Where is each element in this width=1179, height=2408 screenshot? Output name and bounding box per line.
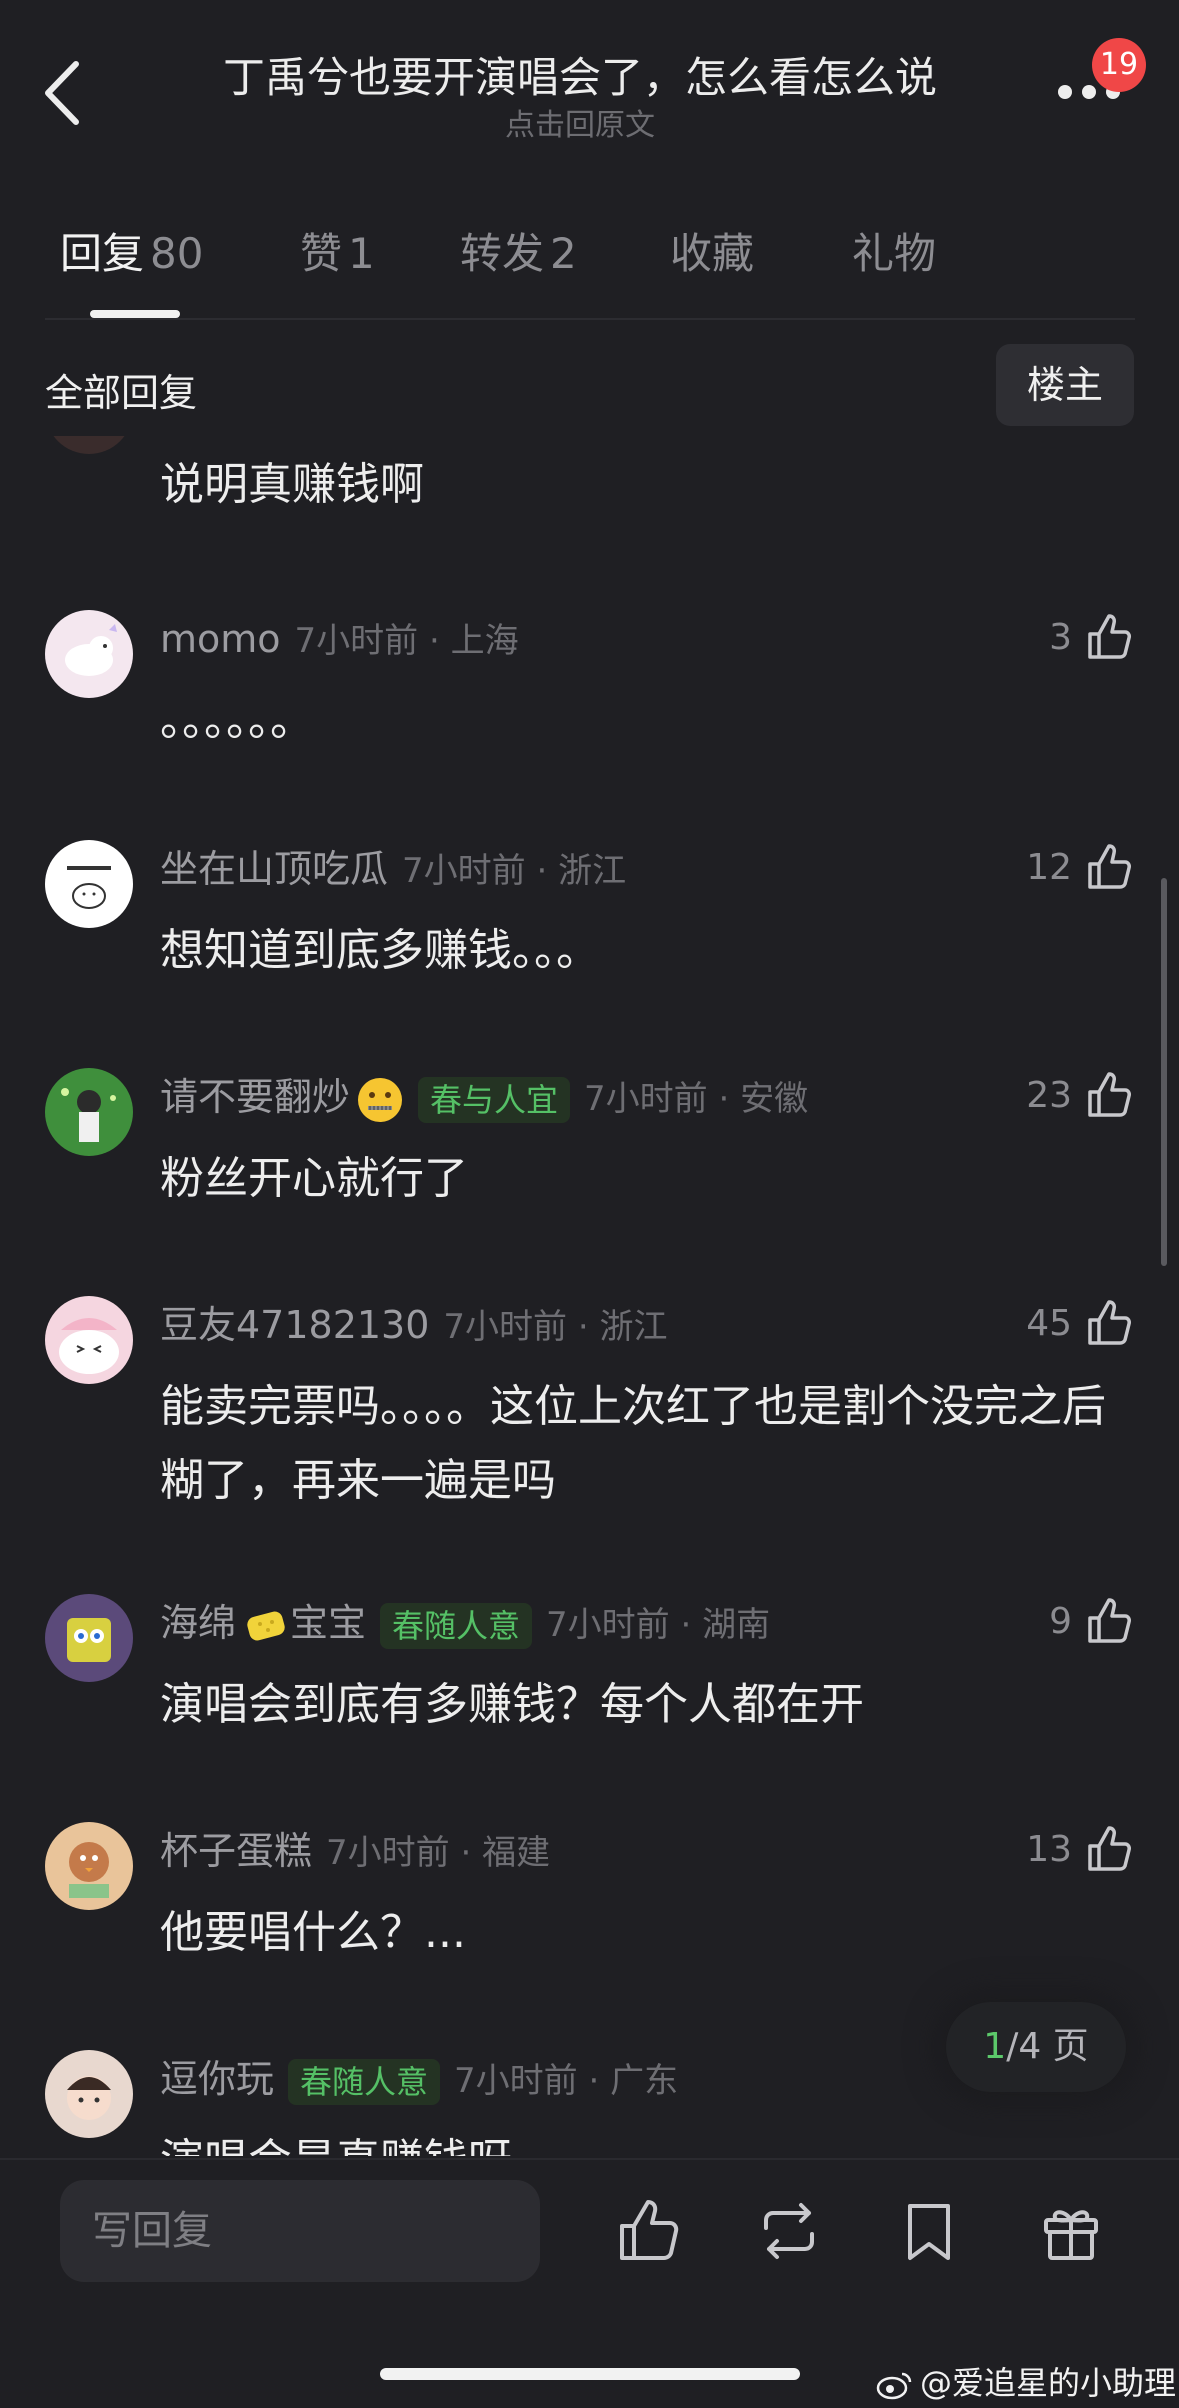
comment-meta: 杯子蛋糕 7小时前 · 福建 bbox=[160, 1826, 550, 1876]
tab-label: 赞 bbox=[300, 229, 343, 278]
comment-text: 演唱会是真赚钱呀 bbox=[160, 2124, 1120, 2156]
thumbs-up-icon bbox=[1088, 1072, 1131, 1117]
timestamp-location: 7小时前 · 广东 bbox=[454, 2061, 679, 2101]
sponge-emoji-icon bbox=[247, 1611, 285, 1640]
like-control[interactable]: 45 bbox=[1026, 1298, 1134, 1354]
comment-text: 说明真赚钱啊 bbox=[160, 459, 424, 510]
section-title: 全部回复 bbox=[45, 371, 198, 415]
thumbs-up-icon bbox=[1088, 614, 1131, 659]
tab-label: 礼物 bbox=[852, 229, 937, 278]
username[interactable]: momo bbox=[160, 617, 281, 661]
like-control[interactable]: 13 bbox=[1026, 1824, 1134, 1880]
comment-meta: momo 7小时前 · 上海 bbox=[160, 614, 519, 664]
username[interactable]: 豆友47182130 bbox=[160, 1303, 429, 1347]
watermark-text: @爱追星的小助理 bbox=[920, 2364, 1177, 2402]
timestamp-location: 7小时前 · 福建 bbox=[326, 1833, 551, 1873]
thumbs-up-icon bbox=[1088, 1598, 1131, 1643]
home-indicator bbox=[380, 2368, 800, 2380]
tab-count: 1 bbox=[348, 229, 375, 278]
back-arrow-icon[interactable] bbox=[40, 58, 90, 128]
avatar[interactable] bbox=[45, 610, 133, 698]
like-count: 13 bbox=[1026, 1828, 1072, 1870]
thumbs-up-icon[interactable] bbox=[614, 2196, 684, 2266]
back-to-original-link[interactable]: 点击回原文 bbox=[150, 100, 1010, 144]
watermark: @爱追星的小助理 bbox=[876, 2358, 1176, 2404]
comment-meta: 海绵 宝宝 春随人意 7小时前 · 湖南 bbox=[160, 1598, 771, 1649]
top-bar: 丁禹兮也要开演唱会了，怎么看怎么说 点击回原文 19 bbox=[0, 0, 1179, 200]
like-count: 12 bbox=[1026, 846, 1072, 888]
tab-bar: 回复 80 赞1 转发 2 收藏 礼物 bbox=[0, 220, 1179, 320]
notification-badge: 19 bbox=[1092, 38, 1146, 92]
total-pages: /4 页 bbox=[1006, 2026, 1089, 2067]
page-indicator[interactable]: 1/4 页 bbox=[946, 2002, 1126, 2092]
like-count: 23 bbox=[1026, 1074, 1072, 1116]
comment-text: 粉丝开心就行了 bbox=[160, 1153, 468, 1204]
timestamp-location: 7小时前 · 浙江 bbox=[402, 851, 627, 891]
avatar[interactable] bbox=[45, 1594, 133, 1682]
comment-meta: 坐在山顶吃瓜 7小时前 · 浙江 bbox=[160, 844, 626, 894]
zipper-mouth-emoji-icon bbox=[358, 1077, 403, 1122]
comment-text: 能卖完票吗。。。。这位上次红了也是割个没完之后糊了，再来一遍是吗 bbox=[160, 1381, 1106, 1506]
thumbs-up-icon bbox=[1088, 844, 1131, 889]
timestamp-location: 7小时前 · 安徽 bbox=[584, 1079, 809, 1119]
like-count: 3 bbox=[1049, 616, 1072, 658]
tab-label: 回复 bbox=[60, 229, 145, 278]
username[interactable]: 杯子蛋糕 bbox=[160, 1829, 312, 1873]
owner-filter-button[interactable]: 楼主 bbox=[996, 344, 1134, 426]
current-page: 1 bbox=[983, 2026, 1007, 2067]
like-control[interactable]: 3 bbox=[1049, 612, 1134, 668]
tab-likes[interactable]: 赞1 bbox=[300, 220, 375, 281]
tab-label: 转发 bbox=[460, 229, 545, 278]
user-tag-badge: 春随人意 bbox=[380, 1602, 533, 1649]
tab-count: 80 bbox=[150, 229, 204, 278]
like-control[interactable]: 9 bbox=[1049, 1596, 1134, 1652]
like-count: 45 bbox=[1026, 1302, 1072, 1344]
username[interactable]: 海绵 bbox=[160, 1601, 236, 1645]
comment-meta: 豆友47182130 7小时前 · 浙江 bbox=[160, 1300, 667, 1350]
bookmark-icon[interactable] bbox=[894, 2196, 964, 2266]
avatar[interactable] bbox=[45, 436, 133, 454]
username-suffix[interactable]: 宝宝 bbox=[290, 1601, 366, 1645]
gift-icon[interactable] bbox=[1036, 2196, 1106, 2266]
avatar[interactable] bbox=[45, 1822, 133, 1910]
avatar[interactable] bbox=[45, 1068, 133, 1156]
user-tag-badge: 春与人宜 bbox=[418, 1076, 571, 1123]
comment-text: 。。。。。。 bbox=[160, 695, 314, 746]
username[interactable]: 逗你玩 bbox=[160, 2057, 274, 2101]
comment-list: 说明真赚钱啊 momo 7小时前 · 上海 3 。。。。。。 坐在山顶吃瓜 7小时前… bbox=[0, 436, 1179, 2156]
user-tag-badge: 春随人意 bbox=[288, 2058, 441, 2105]
scrollbar[interactable] bbox=[1161, 878, 1167, 1266]
repost-icon[interactable] bbox=[754, 2196, 824, 2266]
avatar[interactable] bbox=[45, 1296, 133, 1384]
username[interactable]: 请不要翻炒 bbox=[160, 1075, 350, 1119]
thumbs-up-icon bbox=[1088, 1826, 1131, 1871]
like-control[interactable]: 12 bbox=[1026, 842, 1134, 898]
username[interactable]: 坐在山顶吃瓜 bbox=[160, 847, 388, 891]
page-title[interactable]: 丁禹兮也要开演唱会了，怎么看怎么说 bbox=[150, 44, 1010, 105]
comment-meta: 逗你玩 春随人意 7小时前 · 广东 bbox=[160, 2054, 679, 2105]
tab-reposts[interactable]: 转发 2 bbox=[460, 220, 577, 281]
comment-text: 演唱会到底有多赚钱？每个人都在开 bbox=[160, 1679, 864, 1730]
tab-replies[interactable]: 回复 80 bbox=[60, 220, 203, 281]
timestamp-location: 7小时前 · 上海 bbox=[294, 621, 519, 661]
tab-gifts[interactable]: 礼物 bbox=[852, 220, 936, 281]
weibo-logo-icon bbox=[876, 2372, 912, 2400]
active-tab-indicator bbox=[90, 310, 180, 318]
thumbs-up-icon bbox=[1088, 1300, 1131, 1345]
tab-favorites[interactable]: 收藏 bbox=[670, 220, 754, 281]
like-count: 9 bbox=[1049, 1600, 1072, 1642]
tab-label: 收藏 bbox=[670, 229, 755, 278]
avatar[interactable] bbox=[45, 2050, 133, 2138]
like-control[interactable]: 23 bbox=[1026, 1070, 1134, 1126]
comment-meta: 请不要翻炒 春与人宜 7小时前 · 安徽 bbox=[160, 1072, 809, 1123]
timestamp-location: 7小时前 · 浙江 bbox=[443, 1307, 668, 1347]
reply-input[interactable]: 写回复 bbox=[60, 2180, 540, 2282]
avatar[interactable] bbox=[45, 840, 133, 928]
comment-text: 他要唱什么？... bbox=[160, 1907, 466, 1958]
timestamp-location: 7小时前 · 湖南 bbox=[546, 1605, 771, 1645]
comment-text: 想知道到底多赚钱。。。 bbox=[160, 925, 600, 976]
tab-divider bbox=[45, 318, 1135, 320]
tab-count: 2 bbox=[550, 229, 577, 278]
